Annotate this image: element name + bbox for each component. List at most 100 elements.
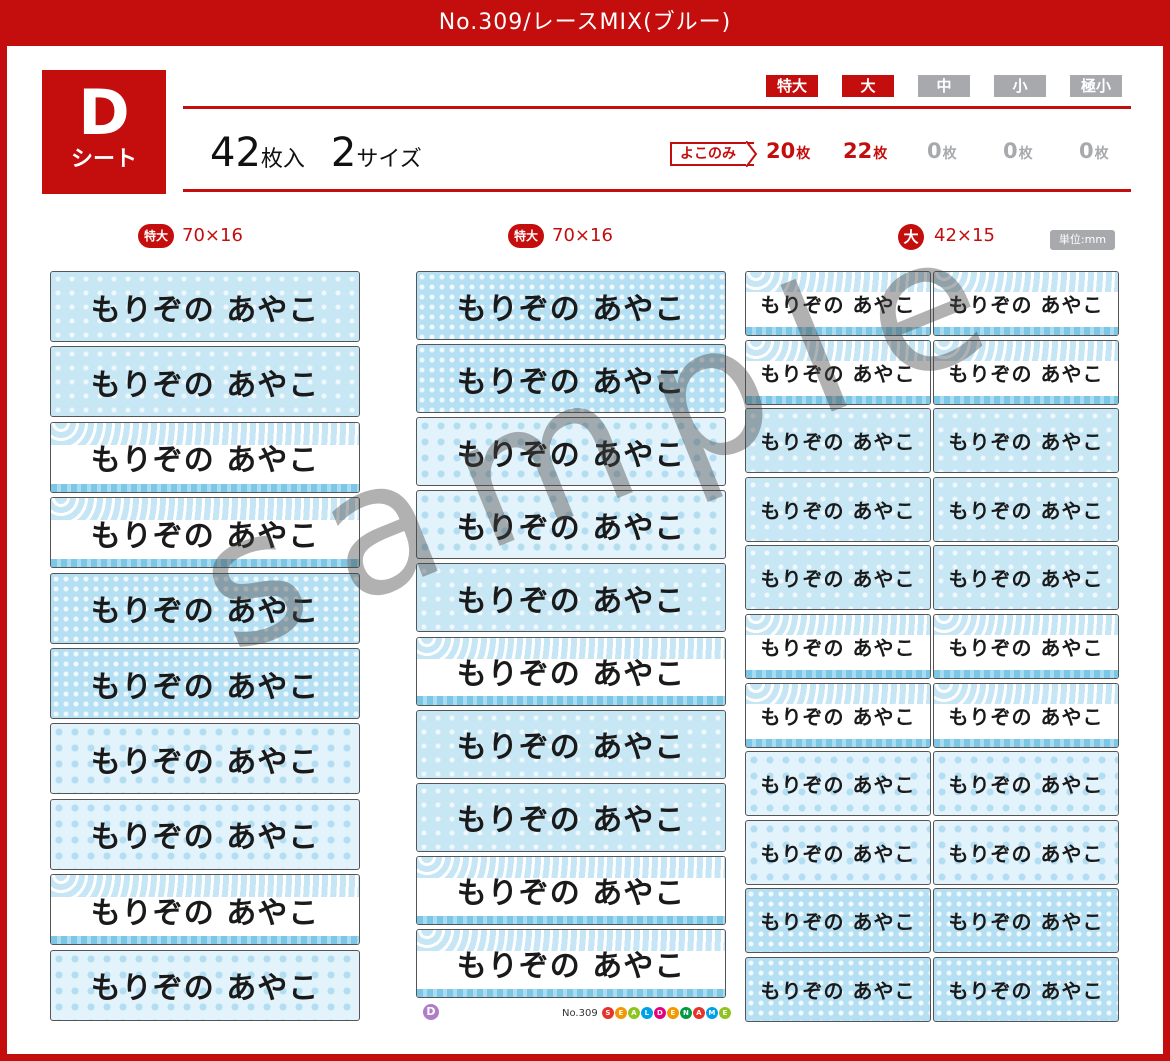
- name-label: もりぞの あやこ: [933, 751, 1119, 817]
- name-label: もりぞの あやこ: [933, 957, 1119, 1022]
- size-count-5: 0枚: [1079, 139, 1109, 163]
- label-name-text: もりぞの あやこ: [760, 430, 916, 455]
- brand-letter: D: [653, 1007, 666, 1019]
- brand-logo: SEALDENAME: [601, 1007, 731, 1019]
- name-label: もりぞの あやこ: [416, 855, 726, 925]
- name-label: もりぞの あやこ: [50, 874, 360, 946]
- sheet-letter: D: [78, 76, 130, 149]
- name-label: もりぞの あやこ: [50, 421, 360, 493]
- label-name-text: もりぞの あやこ: [90, 669, 320, 705]
- label-name-text: もりぞの あやこ: [948, 773, 1104, 798]
- column-head-1: 特大 70×16: [138, 224, 243, 248]
- column-head-2: 特大 70×16: [508, 224, 613, 248]
- name-label: もりぞの あやこ: [416, 271, 726, 340]
- label-name-text: もりぞの あやこ: [90, 292, 320, 328]
- size-chip-2: 大: [842, 75, 894, 97]
- size-count-number: 2: [330, 130, 357, 176]
- label-name-text: もりぞの あやこ: [456, 583, 686, 619]
- label-name-text: もりぞの あやこ: [948, 910, 1104, 935]
- label-name-text: もりぞの あやこ: [948, 430, 1104, 455]
- name-label: もりぞの あやこ: [416, 344, 726, 414]
- brand-letter: E: [666, 1007, 679, 1019]
- name-label: もりぞの あやこ: [745, 614, 931, 679]
- label-name-text: もりぞの あやこ: [90, 971, 320, 1007]
- label-name-text: もりぞの あやこ: [90, 594, 320, 630]
- name-label: もりぞの あやこ: [933, 545, 1119, 611]
- label-name-text: もりぞの あやこ: [760, 361, 916, 386]
- label-name-text: もりぞの あやこ: [456, 876, 686, 912]
- name-label: もりぞの あやこ: [933, 271, 1119, 336]
- label-name-text: もりぞの あやこ: [948, 704, 1104, 729]
- label-name-text: もりぞの あやこ: [760, 293, 916, 317]
- label-name-text: もりぞの あやこ: [456, 730, 686, 766]
- size-count-2: 22枚: [843, 139, 888, 163]
- divider-top: [183, 106, 1131, 109]
- label-name-text: もりぞの あやこ: [90, 744, 320, 780]
- label-name-text: もりぞの あやこ: [948, 841, 1104, 866]
- size-chip-3: 中: [918, 75, 970, 97]
- label-name-text: もりぞの あやこ: [90, 367, 320, 403]
- name-label: もりぞの あやこ: [745, 545, 931, 611]
- label-name-text: もりぞの あやこ: [760, 773, 916, 798]
- name-label: もりぞの あやこ: [416, 928, 726, 998]
- name-label: もりぞの あやこ: [745, 476, 931, 542]
- label-name-text: もりぞの あやこ: [90, 443, 320, 479]
- footer-product-no: No.309: [562, 1008, 598, 1019]
- label-name-text: もりぞの あやこ: [760, 841, 916, 866]
- name-label: もりぞの あやこ: [933, 614, 1119, 679]
- name-label: もりぞの あやこ: [745, 408, 931, 474]
- brand-letter: A: [627, 1007, 640, 1019]
- name-label: もりぞの あやこ: [50, 949, 360, 1021]
- name-label: もりぞの あやこ: [933, 819, 1119, 885]
- unit-note: 単位:mm: [1050, 230, 1115, 250]
- name-label: もりぞの あやこ: [745, 888, 931, 954]
- name-label: もりぞの あやこ: [50, 497, 360, 569]
- size-count-4: 0枚: [1003, 139, 1033, 163]
- footer-sheet-letter: D: [423, 1004, 439, 1020]
- yoko-arrow-icon: [746, 141, 758, 167]
- name-label: もりぞの あやこ: [416, 417, 726, 487]
- sheet-type-badge: D シート: [42, 70, 166, 194]
- product-title: No.309/レースMIX(ブルー): [0, 0, 1170, 46]
- brand-letter: E: [718, 1007, 731, 1019]
- label-dims: 70×16: [182, 225, 243, 246]
- column-head-3: 大 42×15: [898, 224, 995, 250]
- name-label: もりぞの あやこ: [50, 572, 360, 644]
- name-label: もりぞの あやこ: [933, 339, 1119, 405]
- name-label: もりぞの あやこ: [416, 636, 726, 706]
- name-label: もりぞの あやこ: [745, 682, 931, 748]
- brand-letter: S: [601, 1007, 614, 1019]
- label-name-text: もりぞの あやこ: [90, 518, 320, 554]
- name-label: もりぞの あやこ: [745, 957, 931, 1022]
- sheet-count-unit: 枚入: [260, 147, 305, 172]
- footer-brand: No.309 SEALDENAME: [562, 1007, 731, 1019]
- size-badge: 大: [898, 224, 924, 250]
- divider-bottom: [183, 189, 1131, 192]
- brand-letter: L: [640, 1007, 653, 1019]
- sheet-count: 42枚入 2サイズ: [210, 130, 448, 176]
- label-name-text: もりぞの あやこ: [456, 437, 686, 473]
- name-label: もりぞの あやこ: [50, 271, 360, 342]
- size-chip-5: 極小: [1070, 75, 1122, 97]
- size-badge: 特大: [138, 224, 175, 248]
- label-name-text: もりぞの あやこ: [948, 361, 1104, 386]
- brand-letter: N: [679, 1007, 692, 1019]
- name-label: もりぞの あやこ: [50, 648, 360, 719]
- brand-letter: M: [705, 1007, 718, 1019]
- name-label: もりぞの あやこ: [416, 490, 726, 560]
- yoko-only-badge: よこのみ: [670, 142, 754, 166]
- label-name-text: もりぞの あやこ: [760, 979, 916, 1003]
- size-count-1: 20枚: [766, 139, 811, 163]
- name-label: もりぞの あやこ: [50, 346, 360, 418]
- brand-letter: A: [692, 1007, 705, 1019]
- name-label: もりぞの あやこ: [933, 682, 1119, 748]
- label-name-text: もりぞの あやこ: [456, 949, 686, 985]
- label-name-text: もりぞの あやこ: [760, 636, 916, 660]
- label-name-text: もりぞの あやこ: [948, 567, 1104, 592]
- size-count-unit: サイズ: [356, 147, 422, 172]
- sheet-count-number: 42: [210, 130, 261, 176]
- label-name-text: もりぞの あやこ: [760, 498, 916, 523]
- label-name-text: もりぞの あやこ: [456, 291, 686, 327]
- label-name-text: もりぞの あやこ: [760, 910, 916, 935]
- label-dims: 70×16: [552, 225, 613, 246]
